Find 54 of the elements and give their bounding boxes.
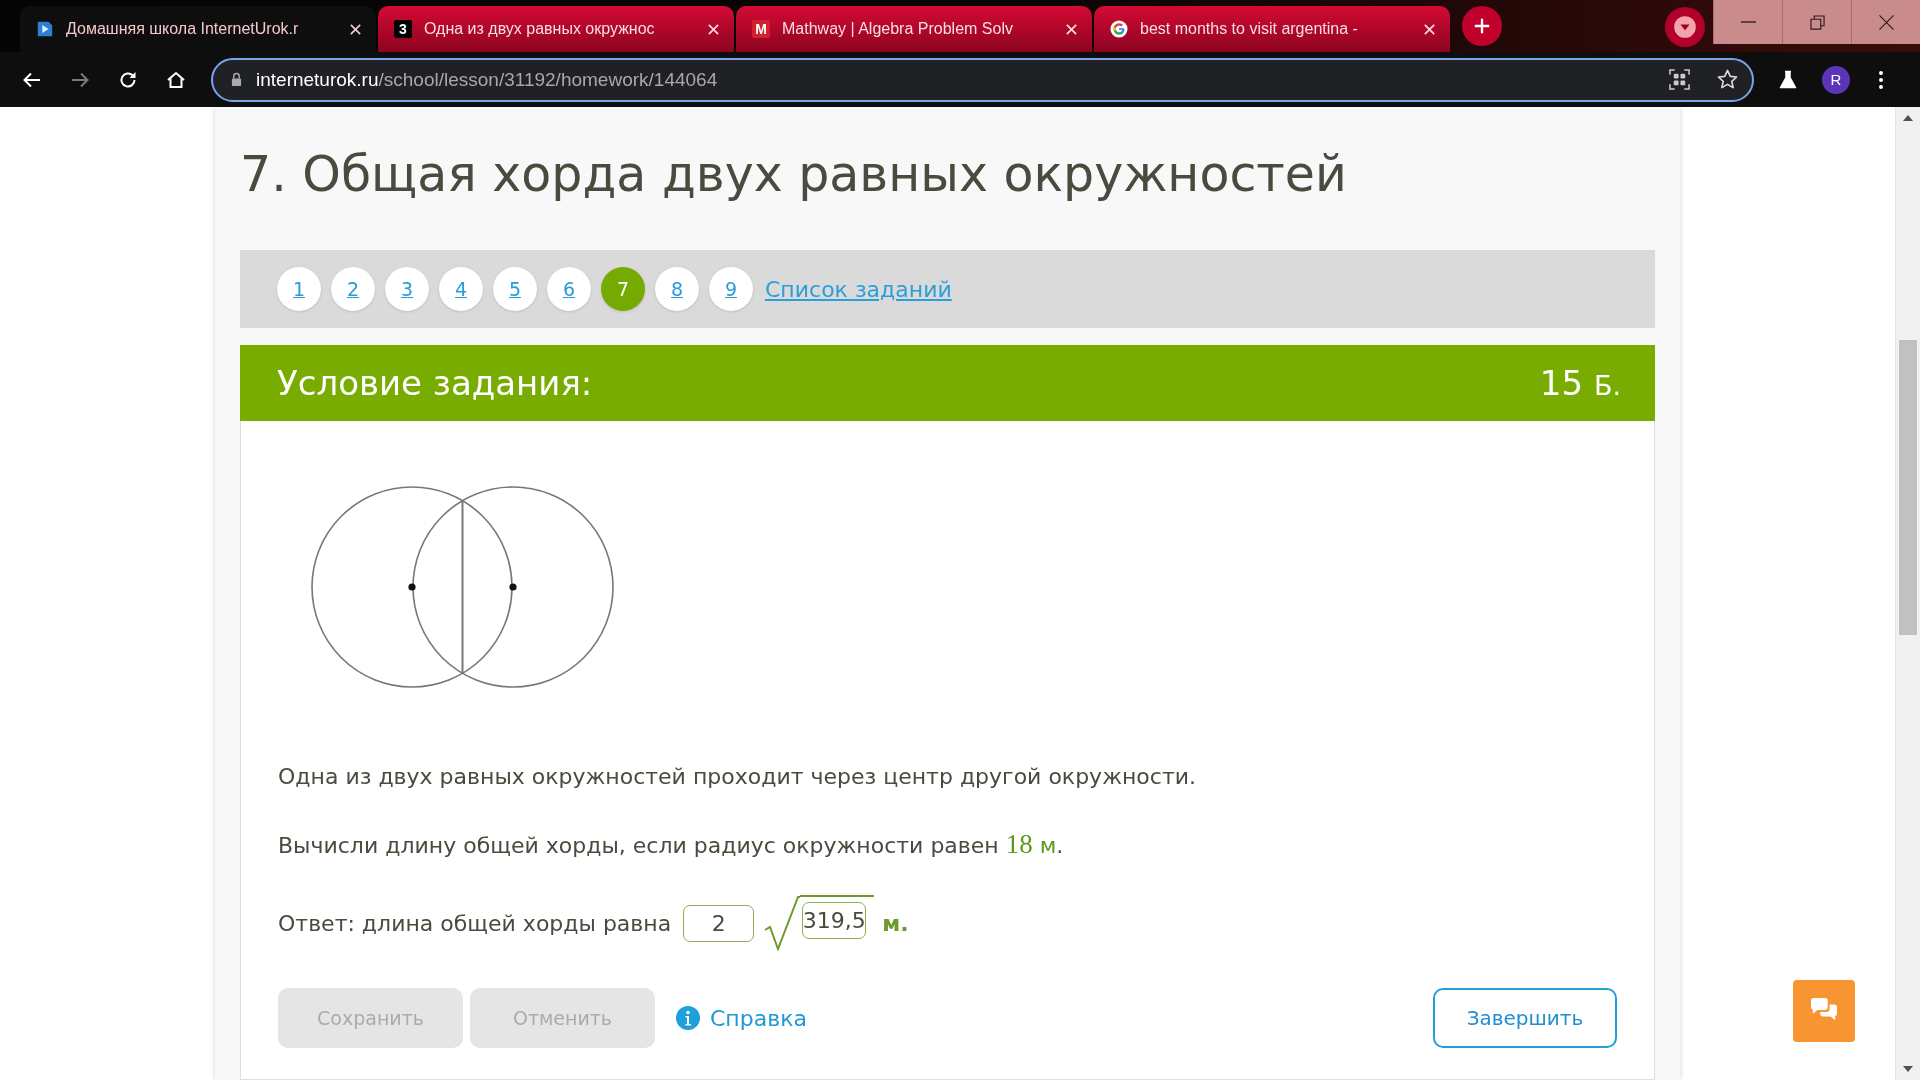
google-favicon-icon [1110, 20, 1128, 38]
task-number-link[interactable]: 3 [385, 267, 429, 311]
task-number-link[interactable]: 7 [601, 267, 645, 311]
site-favicon: 3 [394, 20, 412, 38]
tab-search-icon[interactable] [1665, 7, 1705, 47]
task-question: Вычисли длину общей хорды, если радиус окружности равен 18 м. [278, 828, 1065, 861]
star-icon[interactable] [1717, 69, 1738, 90]
task-number-link[interactable]: 5 [493, 267, 537, 311]
address-bar[interactable]: interneturok.ru/school/lesson/31192/homework/144064 [211, 57, 1754, 102]
close-icon [1878, 14, 1894, 30]
answer-label: Ответ: длина общей хорды равна [278, 910, 672, 936]
browser-tab[interactable]: Домашняя школа InternetUrok.r [20, 6, 376, 52]
info-icon [676, 1006, 700, 1030]
minimize-icon [1740, 21, 1756, 23]
points-label: 15 Б. [1539, 363, 1621, 403]
task-title: Условие задания: [277, 363, 593, 403]
browser-tab[interactable]: best months to visit argentina - [1094, 6, 1450, 52]
task-number-link[interactable]: 6 [547, 267, 591, 311]
task-statement: Одна из двух равных окружностей проходит через центр другой окружности. [278, 763, 1197, 791]
task-number-link[interactable]: 4 [439, 267, 483, 311]
lock-icon [231, 72, 242, 87]
play-favicon-icon [36, 20, 54, 38]
browser-tab[interactable]: 3 Одна из двух равных окружнос [378, 6, 734, 52]
scroll-down-icon[interactable] [1903, 1066, 1913, 1072]
lesson-heading: 7. Общая хорда двух равных окружностей [240, 145, 1348, 205]
radicand-field[interactable]: 319,5 [802, 902, 867, 939]
scrollbar-thumb[interactable] [1899, 340, 1917, 635]
task-list-link[interactable]: Список заданий [765, 276, 952, 302]
center-dot-icon [408, 583, 416, 591]
close-icon[interactable] [1423, 22, 1436, 36]
close-icon[interactable] [349, 22, 362, 36]
task-number-link[interactable]: 8 [655, 267, 699, 311]
restore-icon [1809, 14, 1825, 30]
scroll-up-icon[interactable] [1903, 115, 1913, 121]
coefficient-field[interactable]: 2 [683, 904, 755, 942]
close-icon[interactable] [1065, 22, 1078, 36]
task-number-link[interactable]: 9 [709, 267, 753, 311]
close-icon[interactable] [707, 22, 720, 36]
browser-tab[interactable]: M Mathway | Algebra Problem Solv [736, 6, 1092, 52]
reload-icon[interactable] [118, 69, 138, 90]
task-number-link[interactable]: 1 [277, 267, 321, 311]
home-icon[interactable] [166, 69, 186, 90]
site-favicon: M [752, 20, 770, 38]
app-grid-icon[interactable] [1669, 69, 1690, 90]
profile-avatar[interactable]: R [1822, 65, 1850, 94]
center-dot-icon [509, 583, 517, 591]
new-tab-button[interactable] [1462, 6, 1502, 46]
flask-icon[interactable] [1778, 69, 1798, 90]
finish-button[interactable]: Завершить [1433, 988, 1617, 1048]
menu-icon[interactable] [1878, 69, 1884, 90]
answer-unit: м. [882, 910, 909, 936]
help-link[interactable]: Справка [710, 1005, 807, 1031]
plus-icon [1473, 17, 1491, 35]
task-number-link[interactable]: 2 [331, 267, 375, 311]
